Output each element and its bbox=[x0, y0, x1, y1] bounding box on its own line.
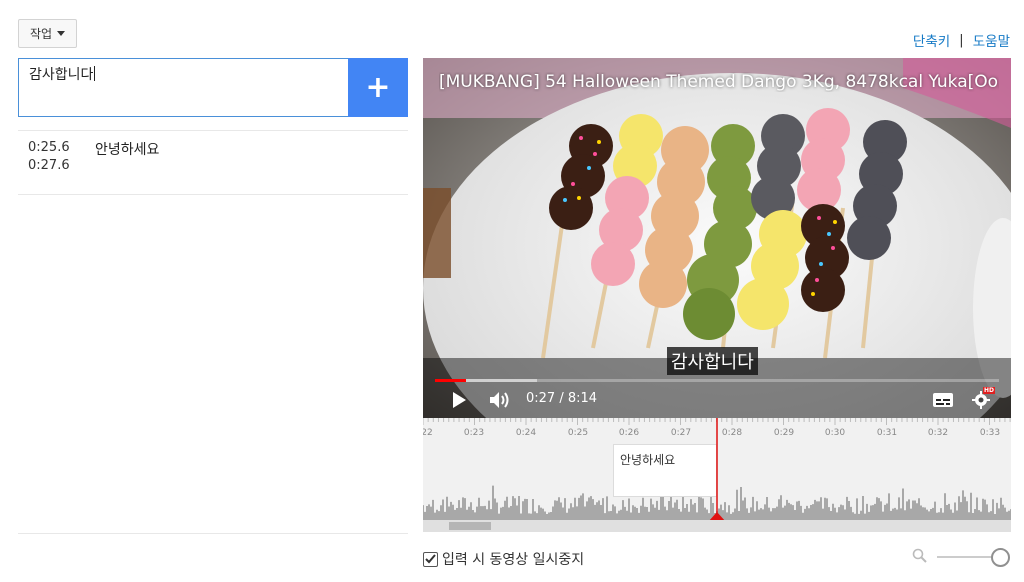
play-icon bbox=[453, 392, 466, 408]
captions-button[interactable] bbox=[932, 391, 954, 409]
text-cursor bbox=[94, 66, 96, 81]
divider bbox=[18, 194, 408, 195]
timeline-tick-label: 0:32 bbox=[927, 428, 949, 438]
pause-label: 입력 시 동영상 일시중지 bbox=[442, 552, 585, 568]
plus-icon: + bbox=[365, 70, 391, 105]
zoom-slider-handle[interactable] bbox=[991, 548, 1010, 567]
link-separator: | bbox=[959, 32, 964, 48]
video-player[interactable]: [MUKBANG] 54 Halloween Themed Dango 3Kg,… bbox=[423, 58, 1011, 418]
volume-icon bbox=[490, 392, 509, 408]
timeline-caption-block[interactable]: 안녕하세요 bbox=[613, 444, 717, 497]
pause-checkbox[interactable] bbox=[423, 551, 438, 567]
timeline-tick-label: 0:25 bbox=[567, 428, 589, 438]
timeline-tick-label: 0:29 bbox=[773, 428, 795, 438]
timeline-tick-label: 22 bbox=[423, 428, 433, 438]
hd-badge: HD bbox=[982, 387, 995, 394]
timeline-tick-label: 0:33 bbox=[979, 428, 1001, 438]
play-button[interactable] bbox=[451, 391, 467, 409]
timeline-tick-label: 0:31 bbox=[876, 428, 898, 438]
caption-start-time[interactable]: 0:25.6 bbox=[28, 140, 70, 155]
timeline-tick-label: 0:23 bbox=[463, 428, 485, 438]
divider bbox=[18, 130, 408, 131]
timeline-scrollbar[interactable] bbox=[423, 520, 1011, 532]
timeline-scrollbar-thumb[interactable] bbox=[449, 522, 491, 530]
checkmark-icon bbox=[425, 554, 436, 564]
zoom-slider[interactable] bbox=[937, 556, 997, 558]
progress-bar[interactable] bbox=[435, 379, 999, 382]
progress-played bbox=[435, 379, 467, 382]
timeline-tick-label: 0:26 bbox=[618, 428, 640, 438]
timeline-caption-text: 안녕하세요 bbox=[620, 453, 676, 467]
help-link[interactable]: 도움말 bbox=[973, 30, 1010, 50]
zoom-icon bbox=[912, 548, 927, 563]
caption-input[interactable]: 감사합니다 bbox=[18, 58, 349, 117]
caption-input-value: 감사합니다 bbox=[29, 67, 94, 83]
divider bbox=[18, 533, 408, 534]
settings-button[interactable]: HD bbox=[971, 387, 995, 410]
volume-button[interactable] bbox=[489, 391, 511, 409]
timeline-tick-label: 0:24 bbox=[515, 428, 537, 438]
shortcuts-link[interactable]: 단축키 bbox=[913, 30, 950, 50]
subtitle-overlay: 감사합니다 bbox=[667, 347, 758, 375]
timeline-tick-label: 0:27 bbox=[670, 428, 692, 438]
actions-label: 작업 bbox=[29, 27, 53, 41]
playhead[interactable] bbox=[707, 418, 727, 522]
subtitles-icon bbox=[933, 393, 953, 407]
actions-dropdown[interactable]: 작업 bbox=[18, 19, 77, 48]
caption-text[interactable]: 안녕하세요 bbox=[95, 139, 159, 159]
header-links: 단축키 | 도움말 bbox=[913, 30, 1010, 50]
video-title: [MUKBANG] 54 Halloween Themed Dango 3Kg,… bbox=[439, 72, 999, 92]
timeline-tick-label: 0:30 bbox=[824, 428, 846, 438]
timeline[interactable]: 22 0:23 0:24 0:25 0:26 0:27 0:28 0:29 0:… bbox=[423, 418, 1011, 532]
pause-while-typing-option[interactable]: 입력 시 동영상 일시중지 bbox=[423, 549, 584, 569]
caption-end-time[interactable]: 0:27.6 bbox=[28, 158, 70, 173]
add-caption-button[interactable]: + bbox=[348, 58, 408, 117]
time-display: 0:27 / 8:14 bbox=[526, 391, 598, 406]
chevron-down-icon bbox=[57, 31, 66, 36]
